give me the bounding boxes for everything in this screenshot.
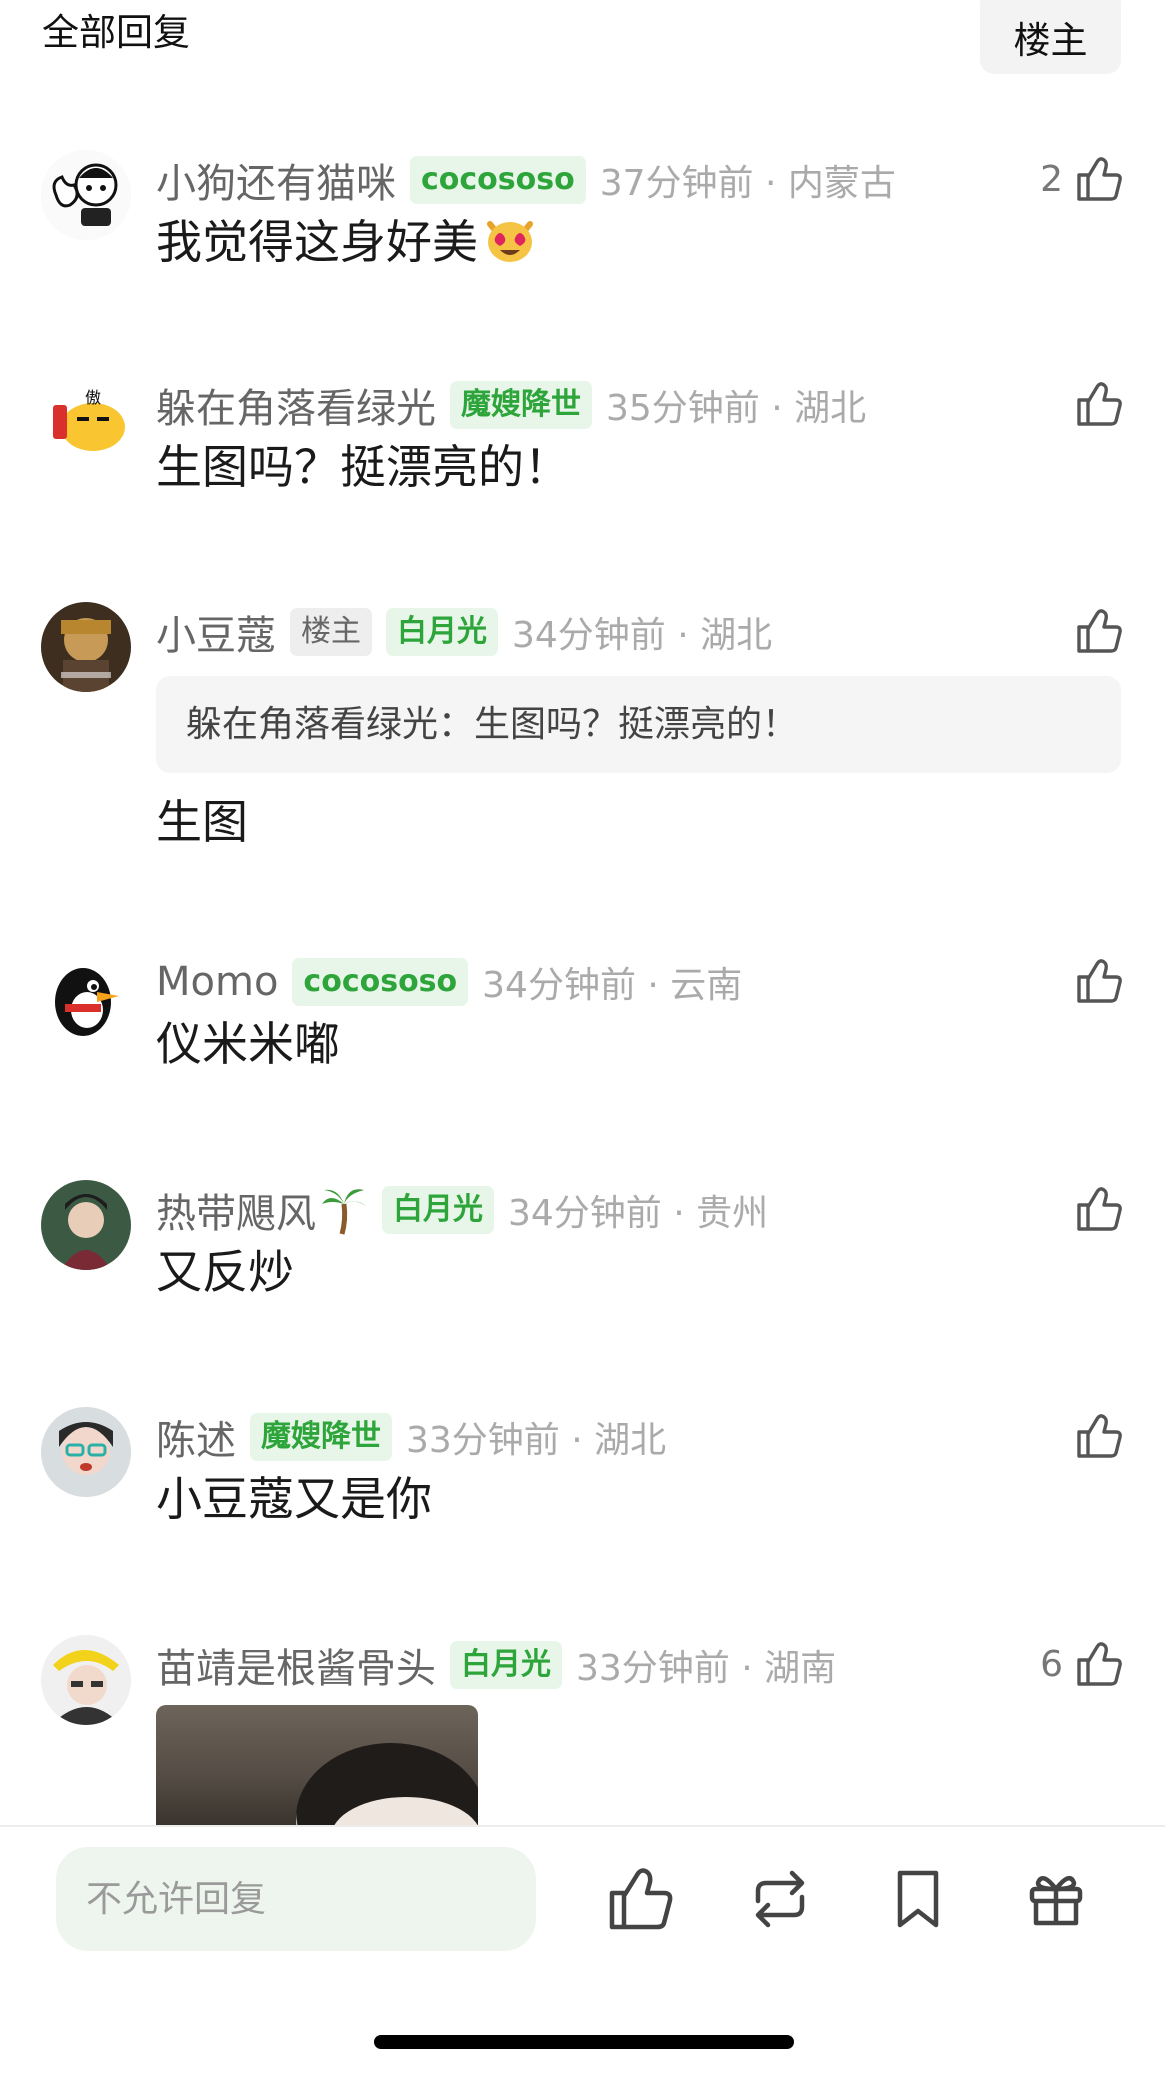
avatar[interactable] [41, 1180, 131, 1270]
home-indicator[interactable] [374, 2035, 794, 2049]
comment-meta: 苗靖是根酱骨头 白月光 33分钟前 · 湖南 [156, 1637, 836, 1693]
comment-text-content: 我觉得这身好美 [156, 215, 478, 269]
like-button[interactable] [1073, 1407, 1125, 1465]
avatar[interactable] [41, 1407, 131, 1497]
like-button[interactable]: 2 [1040, 150, 1125, 208]
timestamp-location: 33分钟前 · 湖南 [576, 1648, 837, 1689]
avatar[interactable] [41, 1635, 131, 1725]
comment-text: 仪米米嘟 [156, 1017, 340, 1071]
avatar[interactable] [41, 952, 131, 1042]
comment-text: 生图吗？挺漂亮的！ [156, 440, 570, 494]
comment-text: 生图 [156, 795, 248, 849]
timestamp-location: 37分钟前 · 内蒙古 [599, 163, 896, 204]
like-button[interactable] [1073, 602, 1125, 660]
owner-only-button[interactable]: 楼主 [980, 0, 1121, 74]
like-count: 6 [1040, 1643, 1063, 1685]
svg-text:傲: 傲 [85, 388, 101, 407]
username[interactable]: 躲在角落看绿光 [156, 376, 436, 434]
fan-badge: cocososo [410, 156, 586, 204]
comment-image[interactable] [156, 1705, 478, 1825]
like-button[interactable] [1073, 1180, 1125, 1238]
thumbs-up-icon [1073, 1183, 1125, 1235]
thumbs-up-icon [1073, 153, 1125, 205]
username[interactable]: 小狗还有猫咪 [156, 151, 396, 209]
comment-text: 又反炒 [156, 1245, 294, 1299]
timestamp-location: 34分钟前 · 湖北 [512, 615, 773, 656]
like-button[interactable]: 6 [1040, 1635, 1125, 1693]
thumbs-up-icon [1073, 955, 1125, 1007]
fan-badge: 白月光 [382, 1186, 494, 1234]
avatar[interactable] [41, 150, 131, 240]
thumbs-up-icon [1073, 1410, 1125, 1462]
avatar[interactable]: 傲 [41, 375, 131, 465]
header: 全部回复 楼主 [0, 0, 1165, 74]
fan-badge: 魔嫂降世 [450, 381, 592, 429]
heart-eyes-cat-emoji [482, 210, 538, 266]
like-button[interactable] [1073, 952, 1125, 1010]
username[interactable]: 陈述 [156, 1408, 236, 1466]
thumbs-up-icon [1073, 378, 1125, 430]
comment-text: 小豆蔻又是你 [156, 1472, 432, 1526]
thumbs-up-icon [1073, 605, 1125, 657]
comment-meta: Momo cocososo 34分钟前 · 云南 [156, 954, 742, 1010]
avatar[interactable] [41, 602, 131, 692]
comment-text: 我觉得这身好美 [156, 210, 538, 274]
fan-badge: cocososo [292, 958, 469, 1006]
username[interactable]: 热带飓风 [156, 1181, 316, 1239]
timestamp-location: 33分钟前 · 湖北 [406, 1420, 667, 1461]
fan-badge: 白月光 [450, 1641, 562, 1689]
repost-icon[interactable] [744, 1863, 816, 1935]
username[interactable]: 苗靖是根酱骨头 [156, 1636, 436, 1694]
thumbs-up-icon[interactable] [604, 1863, 676, 1935]
timestamp-location: 35分钟前 · 湖北 [606, 388, 867, 429]
comment-meta: 躲在角落看绿光 魔嫂降世 35分钟前 · 湖北 [156, 377, 866, 433]
username[interactable]: 小豆蔻 [156, 603, 276, 661]
quoted-reply[interactable]: 躲在角落看绿光：生图吗？挺漂亮的！ [156, 676, 1121, 773]
bookmark-icon[interactable] [882, 1863, 954, 1935]
like-count: 2 [1040, 158, 1063, 200]
timestamp-location: 34分钟前 · 云南 [482, 965, 743, 1006]
fan-badge: 魔嫂降世 [250, 1413, 392, 1461]
username[interactable]: Momo [156, 959, 278, 1005]
like-button[interactable] [1073, 375, 1125, 433]
gift-icon[interactable] [1020, 1863, 1092, 1935]
reply-input[interactable] [56, 1847, 536, 1951]
thumbs-up-icon [1073, 1638, 1125, 1690]
page-title: 全部回复 [42, 11, 190, 54]
fan-badge: 白月光 [386, 608, 498, 656]
comment-meta: 小狗还有猫咪 cocososo 37分钟前 · 内蒙古 [156, 152, 896, 208]
comment-meta: 小豆蔻 楼主 白月光 34分钟前 · 湖北 [156, 604, 772, 660]
timestamp-location: 34分钟前 · 贵州 [508, 1193, 769, 1234]
comment-meta: 热带飓风 白月光 34分钟前 · 贵州 [156, 1182, 768, 1238]
owner-tag: 楼主 [290, 608, 372, 656]
comment-meta: 陈述 魔嫂降世 33分钟前 · 湖北 [156, 1409, 666, 1465]
palm-tree-emoji [320, 1184, 368, 1236]
